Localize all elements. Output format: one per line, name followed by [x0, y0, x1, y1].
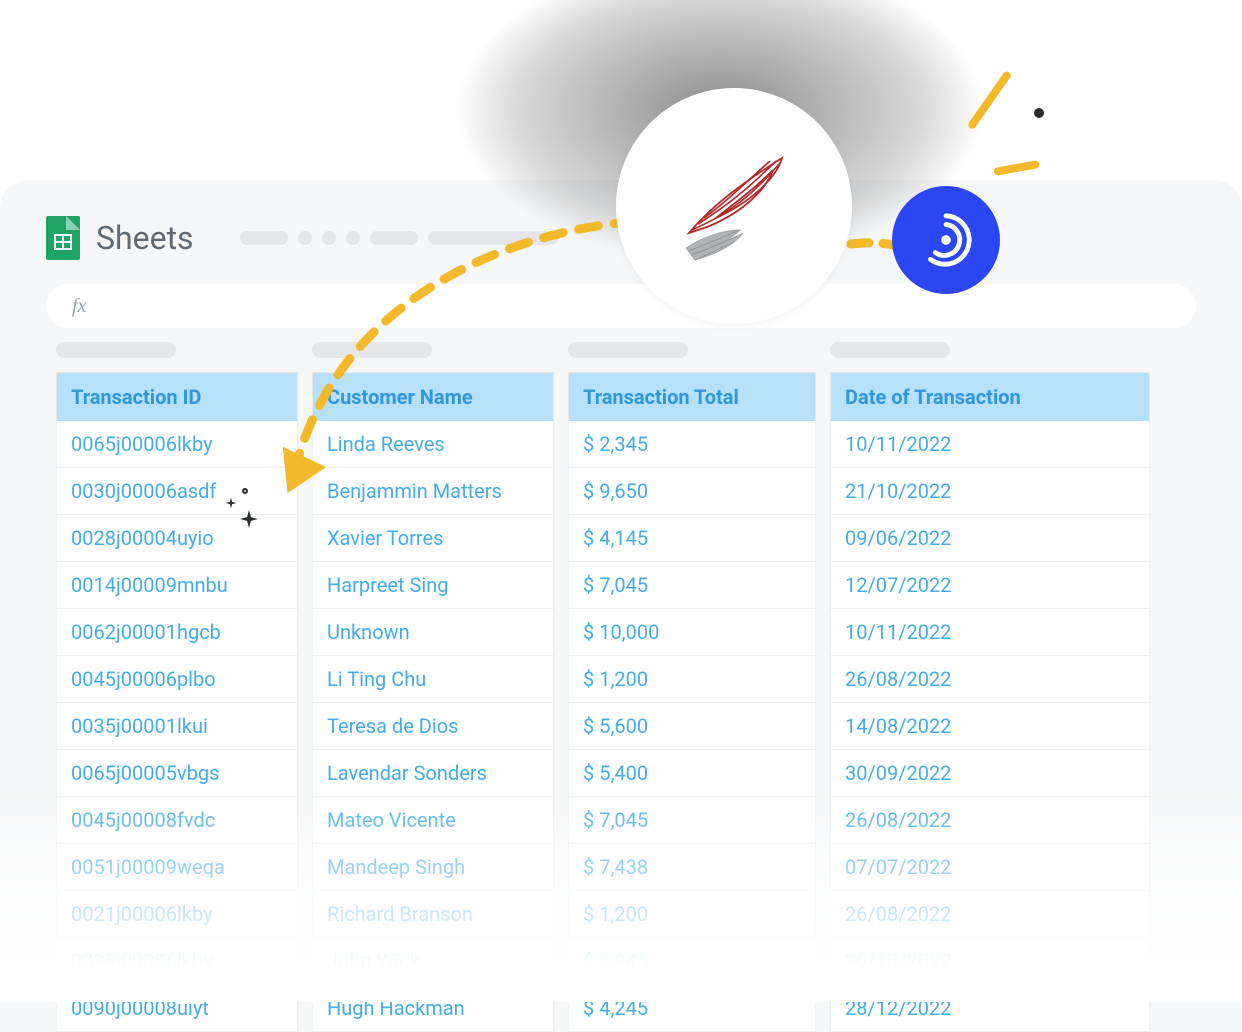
cell-id[interactable]: 0045j00008fvdc	[56, 797, 298, 844]
cell-date[interactable]: 14/08/2022	[830, 703, 1150, 750]
table-row[interactable]: 0065j00005vbgs Lavendar Sonders $ 5,400 30/…	[56, 750, 1242, 797]
cell-id[interactable]: 0038j00006lkby	[56, 938, 298, 985]
table-row[interactable]: 0065j00006lkby Linda Reeves $ 2,345 10/11/2…	[56, 421, 1242, 468]
col-header-date[interactable]: Date of Transaction	[830, 372, 1150, 421]
table-row[interactable]: 0051j00009weqa Mandeep Singh $ 7,438 07/07/…	[56, 844, 1242, 891]
cell-date[interactable]: 26/08/2022	[830, 797, 1150, 844]
cell-date[interactable]: 30/10/2022	[830, 938, 1150, 985]
toolbar-placeholder	[322, 231, 336, 245]
column-placeholder	[312, 342, 432, 358]
cell-name[interactable]: John Wick	[312, 938, 554, 985]
cell-total[interactable]: $ 2,345	[568, 421, 816, 468]
fx-label: fx	[72, 295, 86, 318]
cell-name[interactable]: Benjammin Matters	[312, 468, 554, 515]
toolbar-placeholder	[346, 231, 360, 245]
cell-date[interactable]: 10/11/2022	[830, 609, 1150, 656]
cell-id[interactable]: 0045j00006plbo	[56, 656, 298, 703]
cell-id[interactable]: 0021j00006lkby	[56, 891, 298, 938]
cell-date[interactable]: 12/07/2022	[830, 562, 1150, 609]
cell-total[interactable]: $ 5,400	[568, 750, 816, 797]
cell-date[interactable]: 09/06/2022	[830, 515, 1150, 562]
data-table: Transaction ID Customer Name Transaction…	[56, 372, 1242, 1032]
cell-name[interactable]: Harpreet Sing	[312, 562, 554, 609]
column-placeholder-row	[56, 342, 1242, 358]
sql-server-logo-circle	[616, 88, 852, 324]
column-placeholder	[56, 342, 176, 358]
column-placeholder	[830, 342, 950, 358]
cell-total[interactable]: $ 1,200	[568, 891, 816, 938]
cell-total[interactable]: $ 1,200	[568, 656, 816, 703]
cell-total[interactable]: $ 8,945	[568, 938, 816, 985]
table-row[interactable]: 0090j00008uiyt Hugh Hackman $ 4,245 28/12/2…	[56, 985, 1242, 1032]
toolbar-placeholder	[428, 231, 558, 245]
cell-id[interactable]: 0051j00009weqa	[56, 844, 298, 891]
cell-date[interactable]: 26/08/2022	[830, 656, 1150, 703]
cell-total[interactable]: $ 4,245	[568, 985, 816, 1032]
connector-logo-circle	[892, 186, 1000, 294]
cell-total[interactable]: $ 7,045	[568, 797, 816, 844]
cell-name[interactable]: Richard Branson	[312, 891, 554, 938]
cell-id[interactable]: 0014j00009mnbu	[56, 562, 298, 609]
cell-date[interactable]: 26/08/2022	[830, 891, 1150, 938]
cell-id[interactable]: 0065j00006lkby	[56, 421, 298, 468]
cell-total[interactable]: $ 4,145	[568, 515, 816, 562]
cell-id[interactable]: 0035j00001lkui	[56, 703, 298, 750]
table-row[interactable]: 0035j00001lkui Teresa de Dios $ 5,600 14/08…	[56, 703, 1242, 750]
sql-server-icon	[659, 131, 809, 281]
cell-name[interactable]: Mateo Vicente	[312, 797, 554, 844]
cell-name[interactable]: Li Ting Chu	[312, 656, 554, 703]
cell-name[interactable]: Mandeep Singh	[312, 844, 554, 891]
google-sheets-icon	[46, 216, 80, 260]
sheets-window: Sheets fx Transaction ID Customer Name T…	[0, 180, 1242, 1032]
table-row[interactable]: 0014j00009mnbu Harpreet Sing $ 7,045 12/07/…	[56, 562, 1242, 609]
cell-date[interactable]: 07/07/2022	[830, 844, 1150, 891]
cell-id[interactable]: 0065j00005vbgs	[56, 750, 298, 797]
cell-total[interactable]: $ 9,650	[568, 468, 816, 515]
cell-total[interactable]: $ 7,045	[568, 562, 816, 609]
table-row[interactable]: 0045j00008fvdc Mateo Vicente $ 7,045 26/08/…	[56, 797, 1242, 844]
cell-id[interactable]: 0062j00001hgcb	[56, 609, 298, 656]
col-header-transaction-id[interactable]: Transaction ID	[56, 372, 298, 421]
cell-total[interactable]: $ 5,600	[568, 703, 816, 750]
cell-name[interactable]: Lavendar Sonders	[312, 750, 554, 797]
col-header-customer-name[interactable]: Customer Name	[312, 372, 554, 421]
table-header-row: Transaction ID Customer Name Transaction…	[56, 372, 1242, 421]
cell-total[interactable]: $ 10,000	[568, 609, 816, 656]
cell-name[interactable]: Linda Reeves	[312, 421, 554, 468]
column-placeholder	[568, 342, 688, 358]
cell-name[interactable]: Teresa de Dios	[312, 703, 554, 750]
cell-date[interactable]: 28/12/2022	[830, 985, 1150, 1032]
cell-date[interactable]: 30/09/2022	[830, 750, 1150, 797]
table-row[interactable]: 0021j00006lkby Richard Branson $ 1,200 26/0…	[56, 891, 1242, 938]
cell-name[interactable]: Hugh Hackman	[312, 985, 554, 1032]
table-row[interactable]: 0062j00001hgcb Unknown $ 10,000 10/11/2022	[56, 609, 1242, 656]
cell-date[interactable]: 10/11/2022	[830, 421, 1150, 468]
table-row[interactable]: 0038j00006lkby John Wick $ 8,945 30/10/2022	[56, 938, 1242, 985]
toolbar-placeholder-group	[240, 231, 558, 245]
toolbar-placeholder	[370, 231, 418, 245]
cell-name[interactable]: Unknown	[312, 609, 554, 656]
toolbar-placeholder	[240, 231, 288, 245]
toolbar-placeholder	[298, 231, 312, 245]
app-name: Sheets	[96, 219, 194, 257]
table-row[interactable]: 0045j00006plbo Li Ting Chu $ 1,200 26/08/20…	[56, 656, 1242, 703]
cell-id[interactable]: 0028j00004uyio	[56, 515, 298, 562]
table-row[interactable]: 0028j00004uyio Xavier Torres $ 4,145 09/06/…	[56, 515, 1242, 562]
cell-id[interactable]: 0030j00006asdf	[56, 468, 298, 515]
formula-bar[interactable]: fx	[46, 284, 1196, 328]
connector-radar-icon	[915, 209, 977, 271]
cell-id[interactable]: 0090j00008uiyt	[56, 985, 298, 1032]
col-header-transaction-total[interactable]: Transaction Total	[568, 372, 816, 421]
cell-name[interactable]: Xavier Torres	[312, 515, 554, 562]
cell-total[interactable]: $ 7,438	[568, 844, 816, 891]
cell-date[interactable]: 21/10/2022	[830, 468, 1150, 515]
